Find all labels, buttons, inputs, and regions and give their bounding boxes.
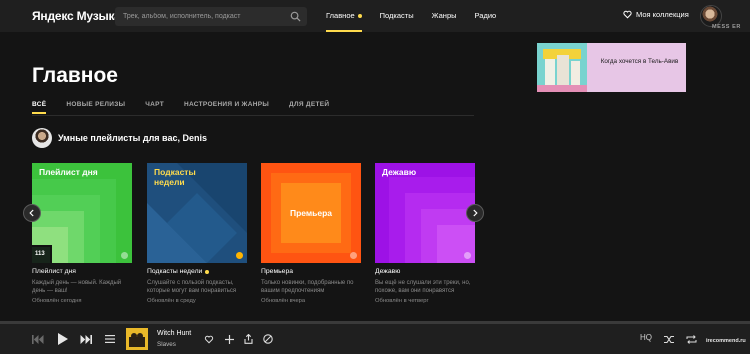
cover-title: Дежавю <box>382 167 417 177</box>
play-icon <box>58 333 68 345</box>
new-indicator-dot <box>357 14 362 19</box>
playlist-cover[interactable]: Дежавю <box>375 163 475 263</box>
playlist-card-dejavu[interactable]: Дежавю Дежавю Вы ещё не слушали эти трек… <box>375 163 475 304</box>
share-button[interactable] <box>242 331 254 347</box>
section-title: Умные плейлисты для вас, Denis <box>58 133 207 143</box>
new-indicator-dot <box>205 269 210 274</box>
watermark-bottom: irecommend.ru <box>706 338 746 344</box>
previous-track-button[interactable] <box>30 331 46 347</box>
track-artist[interactable]: Slaves <box>157 341 176 348</box>
playlist-card-daily[interactable]: Плейлист дня 113 Плейлист дня Каждый ден… <box>32 163 132 304</box>
ad-illustration <box>537 43 587 92</box>
tab-moods-genres[interactable]: НАСТРОЕНИЯ И ЖАНРЫ <box>184 101 269 108</box>
block-button[interactable] <box>262 331 274 347</box>
next-icon <box>80 334 92 344</box>
track-title[interactable]: Witch Hunt <box>157 330 191 337</box>
shuffle-icon <box>663 335 674 343</box>
nav-item-radio[interactable]: Радио <box>475 11 497 20</box>
player-bar: Witch Hunt Slaves HQ <box>0 324 750 354</box>
card-title[interactable]: Плейлист дня <box>32 268 132 275</box>
search-icon[interactable] <box>290 11 301 22</box>
cover-title: Премьера <box>289 208 333 218</box>
add-to-playlist-button[interactable] <box>223 331 235 347</box>
card-title[interactable]: Дежавю <box>375 268 475 275</box>
carousel-next-button[interactable] <box>466 204 484 222</box>
playlist-cover[interactable]: Премьера <box>261 163 361 263</box>
cover-title: Плейлист дня <box>39 167 98 177</box>
search-box[interactable] <box>115 7 307 26</box>
queue-button[interactable] <box>104 331 116 347</box>
search-input[interactable] <box>123 7 283 26</box>
main-nav: Главное Подкасты Жанры Радио <box>326 11 497 32</box>
ad-text: Когда хочется в Тель-Авив <box>600 58 679 65</box>
play-button[interactable] <box>55 331 71 347</box>
nav-item-genres[interactable]: Жанры <box>432 11 457 20</box>
cover-badge: 113 <box>32 245 52 263</box>
quality-toggle[interactable]: HQ <box>640 333 652 342</box>
repeat-button[interactable] <box>684 331 698 347</box>
cover-pattern <box>375 163 475 263</box>
nav-item-main[interactable]: Главное <box>326 11 362 32</box>
previous-icon <box>32 334 44 344</box>
repeat-icon <box>686 334 696 344</box>
card-title-text: Подкасты недели <box>147 268 203 275</box>
plus-icon <box>224 334 234 344</box>
section-user-avatar <box>32 128 52 148</box>
card-description: Слушайте с пользой подкасты, которые мог… <box>147 280 237 295</box>
ad-banner[interactable]: Когда хочется в Тель-Авив <box>537 43 686 92</box>
card-description: Только новинки, подобранные по вашим пре… <box>261 280 354 295</box>
chevron-right-icon <box>473 209 478 217</box>
page-title: Главное <box>32 64 118 87</box>
heart-icon <box>204 335 214 343</box>
playlist-cover[interactable]: Плейлист дня 113 <box>32 163 132 263</box>
nav-item-label: Главное <box>326 11 355 20</box>
track-cover[interactable] <box>126 328 148 350</box>
top-bar: Яндекс Музыка Главное Подкасты Жанры Рад… <box>0 0 750 32</box>
block-icon <box>263 334 273 344</box>
card-updated: Обновлён сегодня <box>32 298 82 305</box>
playlist-card-premiere[interactable]: Премьера Премьера Только новинки, подобр… <box>261 163 361 304</box>
playlist-cover[interactable]: Подкасты недели <box>147 163 247 263</box>
cover-title: Подкасты недели <box>154 167 196 187</box>
next-track-button[interactable] <box>78 331 94 347</box>
cover-logo-mark <box>350 252 357 259</box>
tabs-divider <box>32 115 474 116</box>
list-icon <box>105 335 115 343</box>
chevron-left-icon <box>29 209 34 217</box>
tab-chart[interactable]: ЧАРТ <box>145 101 164 108</box>
my-collection-link[interactable]: Моя коллекция <box>623 10 689 19</box>
heart-icon <box>623 10 632 19</box>
tab-new-releases[interactable]: НОВЫЕ РЕЛИЗЫ <box>66 101 125 108</box>
carousel-prev-button[interactable] <box>23 204 41 222</box>
card-updated: Обновлён в среду <box>147 298 196 305</box>
card-description: Вы ещё не слушали эти треки, но, похоже,… <box>375 280 471 295</box>
tab-kids[interactable]: ДЛЯ ДЕТЕЙ <box>289 101 329 108</box>
cover-logo-mark <box>464 252 471 259</box>
like-button[interactable] <box>203 331 215 347</box>
content-tabs: ВСЁ НОВЫЕ РЕЛИЗЫ ЧАРТ НАСТРОЕНИЯ И ЖАНРЫ… <box>32 101 329 114</box>
logo[interactable]: Яндекс Музыка <box>32 9 121 23</box>
card-description: Каждый день — новый. Каждый день — ваш! <box>32 280 122 295</box>
cover-logo-mark <box>121 252 128 259</box>
share-icon <box>243 334 253 344</box>
album-art <box>126 328 148 350</box>
my-collection-label: Моя коллекция <box>636 10 689 19</box>
nav-item-podcasts[interactable]: Подкасты <box>380 11 414 20</box>
playlist-card-podcasts[interactable]: Подкасты недели Подкасты недели Слушайте… <box>147 163 247 304</box>
card-title[interactable]: Подкасты недели <box>147 268 247 275</box>
section-header: Умные плейлисты для вас, Denis <box>32 128 207 148</box>
watermark-top: MESS ER <box>712 24 741 30</box>
tab-all[interactable]: ВСЁ <box>32 101 47 114</box>
shuffle-button[interactable] <box>662 331 676 347</box>
cover-logo-mark <box>236 252 243 259</box>
ad-image <box>537 43 587 92</box>
card-updated: Обновлён вчера <box>261 298 306 305</box>
card-title[interactable]: Премьера <box>261 268 361 275</box>
card-updated: Обновлён в четверг <box>375 298 429 305</box>
